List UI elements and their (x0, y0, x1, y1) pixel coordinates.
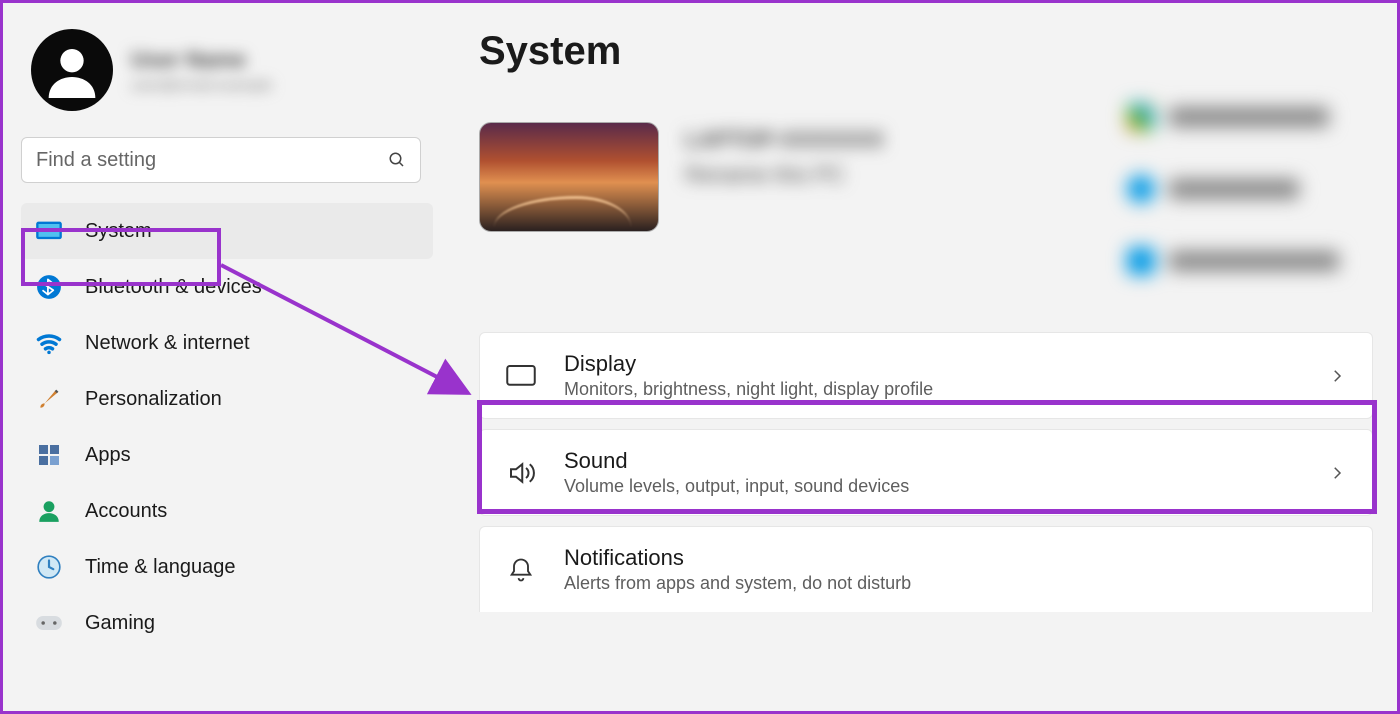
sidebar-nav: System Bluetooth & devices Network & int… (21, 203, 433, 651)
sidebar-item-label: Apps (85, 444, 131, 467)
apps-icon (35, 441, 63, 469)
sidebar-item-accounts[interactable]: Accounts (21, 483, 433, 539)
sidebar-item-label: Gaming (85, 612, 155, 635)
sidebar-item-time[interactable]: Time & language (21, 539, 433, 595)
paintbrush-icon (35, 385, 63, 413)
device-thumbnail (479, 122, 659, 232)
clock-globe-icon (35, 553, 63, 581)
settings-card-sound[interactable]: Sound Volume levels, output, input, soun… (479, 429, 1373, 516)
accounts-icon (35, 497, 63, 525)
card-subtitle: Alerts from apps and system, do not dist… (564, 573, 1346, 594)
bluetooth-icon (35, 273, 63, 301)
sidebar-item-system[interactable]: System (21, 203, 433, 259)
search-icon (388, 151, 406, 169)
sidebar-item-label: Network & internet (85, 332, 250, 355)
search-input[interactable] (36, 149, 388, 172)
right-links-redacted (1127, 103, 1367, 319)
settings-card-display[interactable]: Display Monitors, brightness, night ligh… (479, 332, 1373, 419)
chevron-right-icon (1328, 464, 1346, 482)
gamepad-icon (35, 609, 63, 637)
profile-text-redacted: User Name user@email.example (131, 47, 272, 94)
card-title: Sound (564, 448, 1300, 474)
sidebar-item-apps[interactable]: Apps (21, 427, 433, 483)
sidebar-item-bluetooth[interactable]: Bluetooth & devices (21, 259, 433, 315)
sound-icon (506, 458, 536, 488)
sidebar-item-label: Bluetooth & devices (85, 276, 262, 299)
avatar[interactable] (31, 29, 113, 111)
device-text-redacted: LAPTOP-XXXXXXX Rename this PC (685, 122, 884, 228)
sidebar-item-personalization[interactable]: Personalization (21, 371, 433, 427)
sidebar-item-label: Personalization (85, 388, 222, 411)
card-subtitle: Monitors, brightness, night light, displ… (564, 379, 1300, 400)
sidebar-item-gaming[interactable]: Gaming (21, 595, 433, 651)
settings-list: Display Monitors, brightness, night ligh… (479, 332, 1373, 612)
person-icon (44, 42, 100, 98)
display-icon (506, 361, 536, 391)
chevron-right-icon (1328, 367, 1346, 385)
search-box[interactable] (21, 137, 421, 183)
profile-section[interactable]: User Name user@email.example (21, 21, 433, 137)
sidebar-item-network[interactable]: Network & internet (21, 315, 433, 371)
sidebar: User Name user@email.example System Blue… (3, 3, 433, 711)
card-subtitle: Volume levels, output, input, sound devi… (564, 476, 1300, 497)
card-title: Display (564, 351, 1300, 377)
wifi-icon (35, 329, 63, 357)
bell-icon (506, 555, 536, 585)
page-title: System (479, 29, 1373, 74)
sidebar-item-label: Accounts (85, 500, 167, 523)
settings-card-notifications[interactable]: Notifications Alerts from apps and syste… (479, 526, 1373, 612)
card-title: Notifications (564, 545, 1346, 571)
sidebar-item-label: System (85, 220, 152, 243)
system-icon (35, 217, 63, 245)
sidebar-item-label: Time & language (85, 556, 235, 579)
